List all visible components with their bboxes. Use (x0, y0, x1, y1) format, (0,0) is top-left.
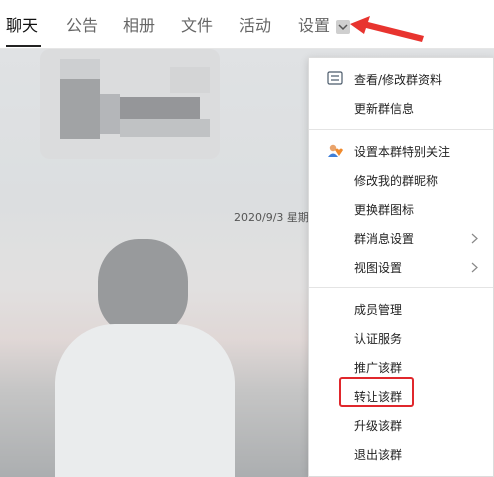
menu-item-leave-group[interactable]: 退出该群 (309, 440, 493, 469)
menu-item-special-follow[interactable]: 设置本群特别关注 (309, 137, 493, 166)
menu-item-view-edit-group-profile[interactable]: 查看/修改群资料 (309, 65, 493, 94)
menu-item-upgrade-group[interactable]: 升级该群 (309, 411, 493, 440)
tab-announcement[interactable]: 公告 (66, 15, 98, 37)
red-arrow-annotation-icon (350, 16, 424, 42)
chevron-down-icon (338, 24, 348, 31)
menu-item-group-message-settings[interactable]: 群消息设置 (309, 224, 493, 253)
chevron-right-icon (471, 262, 478, 273)
menu-divider (309, 129, 493, 130)
tab-files[interactable]: 文件 (181, 15, 213, 37)
menu-item-edit-my-nickname[interactable]: 修改我的群昵称 (309, 166, 493, 195)
transfer-group-highlight-box (339, 377, 414, 407)
chevron-right-icon (471, 233, 478, 244)
active-tab-underline (6, 45, 41, 47)
menu-item-view-settings[interactable]: 视图设置 (309, 253, 493, 282)
menu-item-member-management[interactable]: 成员管理 (309, 295, 493, 324)
tab-settings[interactable]: 设置 (298, 15, 330, 37)
profile-card-icon (327, 71, 343, 85)
menu-divider (309, 287, 493, 288)
tab-chat[interactable]: 聊天 (6, 15, 38, 37)
tab-bar: 聊天 公告 相册 文件 活动 设置 (0, 0, 494, 49)
menu-item-change-group-icon[interactable]: 更换群图标 (309, 195, 493, 224)
menu-item-update-group-info[interactable]: 更新群信息 (309, 94, 493, 123)
message-timestamp: 2020/9/3 星期 (234, 211, 309, 224)
settings-dropdown-menu: 查看/修改群资料 更新群信息 设置本群特别关注 修改我的群昵称 更换群图标 群消… (308, 57, 494, 477)
tab-album[interactable]: 相册 (123, 15, 155, 37)
tab-activity[interactable]: 活动 (239, 15, 271, 37)
menu-item-certification-service[interactable]: 认证服务 (309, 324, 493, 353)
special-follow-icon (328, 144, 343, 157)
